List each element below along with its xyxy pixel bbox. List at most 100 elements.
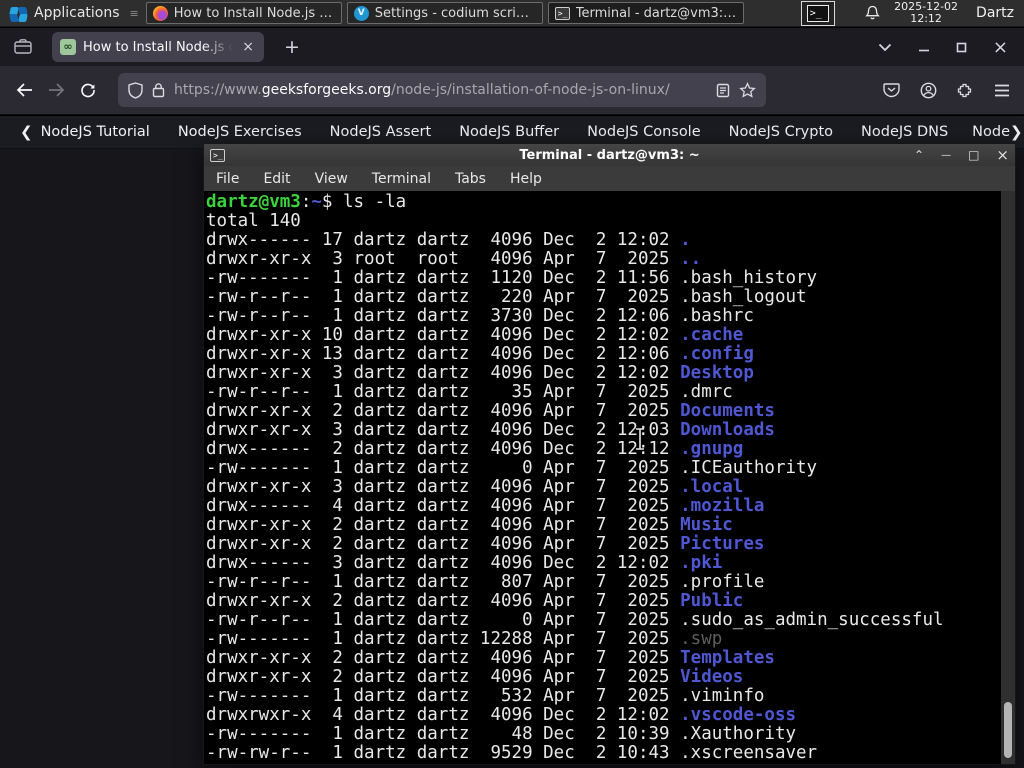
directory-name: .gnupg — [680, 439, 744, 459]
hamburger-menu-icon[interactable] — [994, 84, 1010, 97]
directory-name: Videos — [680, 667, 744, 687]
url-bar[interactable]: https://www.geeksforgeeks.org/node-js/in… — [118, 73, 766, 107]
firefox-nav-toolbar: https://www.geeksforgeeks.org/node-js/in… — [0, 66, 1024, 115]
back-button[interactable] — [8, 74, 40, 106]
window-minimize-button[interactable] — [918, 41, 930, 53]
command-text: ls -la — [343, 192, 407, 212]
panel-user-menu[interactable]: Dartz — [972, 5, 1014, 21]
file-listing: drwx------ 17 dartz dartz 4096 Dec 2 12:… — [206, 231, 1003, 763]
window-maximize-button[interactable] — [956, 42, 967, 53]
listing-row: drwx------ 2 dartz dartz 4096 Dec 2 12:1… — [206, 439, 744, 459]
notification-bell-icon[interactable] — [865, 5, 880, 21]
menu-tabs[interactable]: Tabs — [443, 171, 498, 187]
firefox-view-button[interactable] — [8, 34, 38, 60]
nav-item-truncated: Node — [972, 124, 1011, 140]
tracking-protection-shield-icon[interactable] — [128, 81, 143, 99]
panel-grip-icon: ≡ — [129, 6, 140, 20]
menu-view[interactable]: View — [303, 171, 360, 187]
url-domain: geeksforgeeks.org — [261, 82, 392, 98]
listing-row: drwxr-xr-x 3 dartz dartz 4096 Apr 7 2025… — [206, 477, 744, 497]
xfce-top-panel: Applications ≡ How to Install Node.js o.… — [0, 0, 1024, 27]
file-name: .xscreensaver — [680, 743, 818, 763]
pocket-icon[interactable] — [883, 82, 900, 98]
reload-button[interactable] — [72, 74, 104, 106]
file-name: .bash_logout — [680, 287, 807, 307]
menu-help[interactable]: Help — [498, 171, 554, 187]
listing-row: drwxr-xr-x 2 dartz dartz 4096 Apr 7 2025… — [206, 401, 775, 421]
prompt-line: dartz@vm3:~$ ls -la — [206, 192, 407, 212]
applications-label: Applications — [34, 5, 120, 21]
nav-item-assert[interactable]: NodeJS Assert — [330, 124, 432, 140]
firefox-icon — [152, 5, 168, 21]
directory-name: .config — [680, 344, 754, 364]
file-name: .viminfo — [680, 686, 765, 706]
directory-name: Pictures — [680, 534, 765, 554]
menu-file[interactable]: File — [204, 171, 251, 187]
listing-row: -rw-r--r-- 1 dartz dartz 0 Apr 7 2025 .s… — [206, 610, 944, 630]
new-tab-button[interactable]: + — [278, 36, 306, 58]
applications-menu-button[interactable]: Applications — [0, 0, 130, 26]
window-shade-button[interactable]: ⌃ — [914, 148, 924, 162]
file-name: .sudo_as_admin_successful — [680, 610, 944, 630]
window-close-button[interactable]: × — [993, 37, 1008, 58]
forward-button[interactable] — [40, 74, 72, 106]
listing-row: -rw-r--r-- 1 dartz dartz 220 Apr 7 2025 … — [206, 287, 807, 307]
directory-name: .mozilla — [680, 496, 765, 516]
file-name: .bash_history — [680, 268, 818, 288]
mouse-ibeam-cursor — [634, 428, 646, 450]
listing-row: drwxr-xr-x 2 dartz dartz 4096 Apr 7 2025… — [206, 648, 775, 668]
menu-terminal[interactable]: Terminal — [360, 171, 443, 187]
menu-edit[interactable]: Edit — [251, 171, 302, 187]
file-name: .swp — [680, 629, 723, 649]
listing-row: drwx------ 4 dartz dartz 4096 Apr 7 2025… — [206, 496, 765, 516]
window-maximize-button[interactable]: □ — [968, 148, 979, 162]
nav-item-buffer[interactable]: NodeJS Buffer — [459, 124, 559, 140]
lock-icon[interactable] — [152, 82, 165, 98]
nav-scroll-right[interactable]: Node ❯ — [972, 123, 1022, 141]
nav-item-console[interactable]: NodeJS Console — [587, 124, 701, 140]
total-line: total 140 — [206, 211, 301, 231]
listing-row: drwxr-xr-x 2 dartz dartz 4096 Apr 7 2025… — [206, 667, 744, 687]
directory-name: Documents — [680, 401, 775, 421]
file-name: .ICEauthority — [680, 458, 818, 478]
url-text[interactable]: https://www.geeksforgeeks.org/node-js/in… — [174, 82, 707, 98]
listing-row: -rw-r--r-- 1 dartz dartz 3730 Dec 2 12:0… — [206, 306, 754, 326]
terminal-output[interactable]: dartz@vm3:~$ ls -la total 140 drwx------… — [204, 191, 1003, 764]
taskbar-item-codium-settings[interactable]: V Settings - codium script... — [346, 2, 543, 24]
account-icon[interactable] — [920, 82, 937, 99]
file-name: .bashrc — [680, 306, 754, 326]
listing-row: drwxr-xr-x 2 dartz dartz 4096 Apr 7 2025… — [206, 515, 733, 535]
window-minimize-button[interactable]: — — [941, 150, 951, 161]
nav-item-dns[interactable]: NodeJS DNS — [861, 124, 948, 140]
panel-clock[interactable]: 2025-12-02 12:12 — [894, 1, 958, 25]
terminal-launcher-button[interactable]: >_ — [800, 0, 835, 26]
scrollbar-thumb[interactable] — [1004, 702, 1012, 758]
listing-row: -rw-r--r-- 1 dartz dartz 807 Apr 7 2025 … — [206, 572, 765, 592]
firefox-tab-bar: ∞ How to Install Node.js on × + × — [0, 28, 1024, 66]
reader-mode-icon[interactable] — [716, 83, 730, 98]
tab-title: How to Install Node.js on — [83, 39, 234, 55]
applications-icon — [9, 5, 28, 22]
url-path: /node-js/installation-of-node-js-on-linu… — [391, 82, 670, 98]
taskbar-item-terminal[interactable]: >_ Terminal - dartz@vm3: ~ — [547, 2, 744, 24]
terminal-scrollbar[interactable] — [1001, 191, 1015, 764]
list-all-tabs-chevron-icon[interactable] — [878, 43, 892, 52]
listing-row: drwxr-xr-x 2 dartz dartz 4096 Apr 7 2025… — [206, 534, 765, 554]
nav-item-exercises[interactable]: NodeJS Exercises — [178, 124, 302, 140]
listing-row: drwxr-xr-x 3 dartz dartz 4096 Dec 2 12:0… — [206, 363, 754, 383]
directory-name: Desktop — [680, 363, 754, 383]
taskbar-item-label: Terminal - dartz@vm3: ~ — [575, 5, 737, 21]
extensions-puzzle-icon[interactable] — [957, 82, 974, 99]
bookmark-star-icon[interactable] — [739, 82, 756, 98]
nav-back-link[interactable]: ❮ NodeJS Tutorial — [20, 123, 150, 141]
listing-row: -rw-r--r-- 1 dartz dartz 35 Apr 7 2025 .… — [206, 382, 733, 402]
tab-close-button[interactable]: × — [240, 39, 256, 55]
nav-back-label: NodeJS Tutorial — [40, 124, 150, 140]
taskbar-item-firefox[interactable]: How to Install Node.js o... — [145, 2, 342, 24]
chevron-left-icon: ❮ — [20, 123, 33, 141]
terminal-title-bar[interactable]: >_ Terminal - dartz@vm3: ~ ⌃ — □ × — [204, 144, 1015, 166]
window-close-button[interactable]: × — [996, 146, 1009, 164]
browser-tab-active[interactable]: ∞ How to Install Node.js on × — [52, 32, 264, 62]
directory-name: Downloads — [680, 420, 775, 440]
nav-item-crypto[interactable]: NodeJS Crypto — [729, 124, 833, 140]
